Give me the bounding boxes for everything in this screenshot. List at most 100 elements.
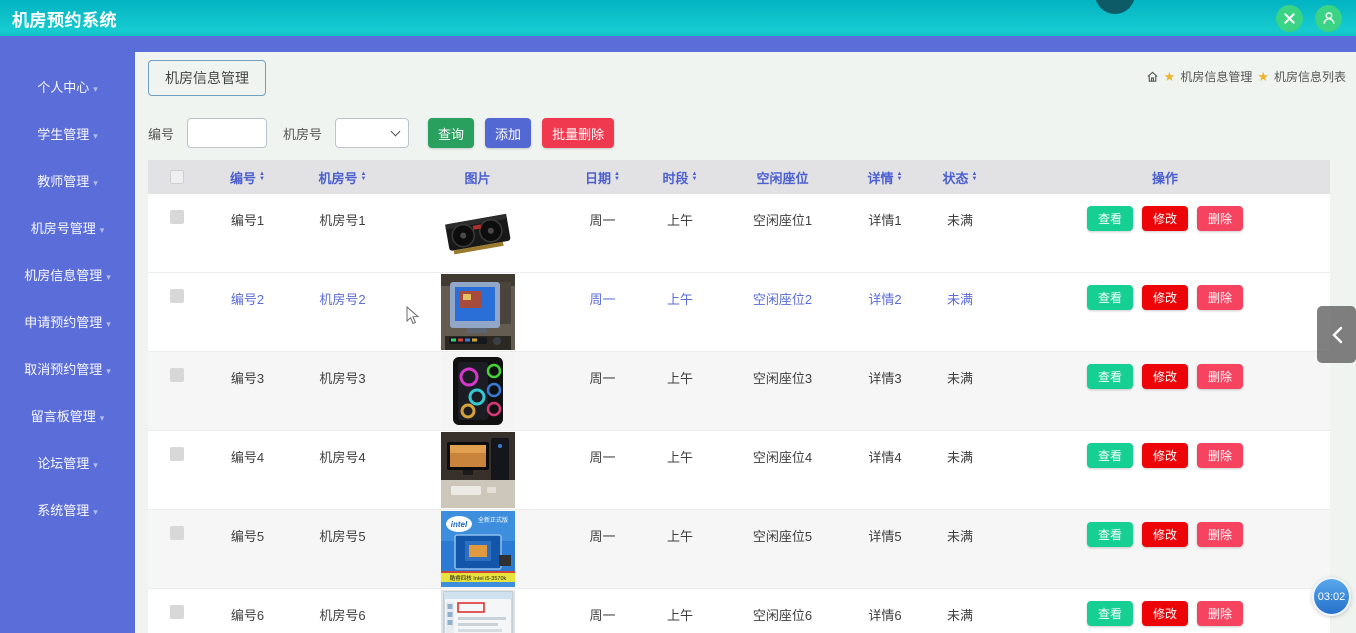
- sort-icon[interactable]: [361, 172, 367, 182]
- column-header-detail[interactable]: 详情: [850, 168, 920, 187]
- column-header-status[interactable]: 状态: [920, 168, 1000, 187]
- cell-status: 未满: [920, 510, 1000, 588]
- sidebar-item-system-management[interactable]: 系统管理: [0, 487, 135, 534]
- cell-period: 上午: [645, 431, 715, 509]
- add-button[interactable]: 添加: [485, 118, 531, 148]
- room-photo-graphics-card[interactable]: [441, 195, 515, 271]
- delete-button[interactable]: 删除: [1197, 443, 1243, 468]
- cell-seats: 空闲座位3: [715, 352, 850, 430]
- sidebar-item-cancel-reservation-management[interactable]: 取消预约管理: [0, 346, 135, 393]
- edit-button[interactable]: 修改: [1142, 601, 1188, 626]
- sidebar-item-room-info-management[interactable]: 机房信息管理: [0, 252, 135, 299]
- breadcrumb-room-info-list[interactable]: 机房信息列表: [1274, 68, 1346, 85]
- sidebar-item-forum-management[interactable]: 论坛管理: [0, 440, 135, 487]
- room-photo-windows-screenshot[interactable]: [441, 590, 515, 633]
- column-header-period[interactable]: 时段: [645, 168, 715, 187]
- sort-icon[interactable]: [259, 172, 265, 182]
- edit-button[interactable]: 修改: [1142, 206, 1188, 231]
- star-icon: ★: [1257, 70, 1269, 83]
- column-header-room[interactable]: 机房号: [290, 168, 395, 187]
- cell-id: 编号4: [205, 431, 290, 509]
- cell-id: 编号6: [205, 589, 290, 633]
- row-checkbox[interactable]: [170, 210, 184, 224]
- delete-button[interactable]: 删除: [1197, 364, 1243, 389]
- svg-text:酷睿四核 Intel i5-3570k: 酷睿四核 Intel i5-3570k: [449, 574, 506, 582]
- cell-date: 周一: [560, 431, 645, 509]
- cell-room: 机房号2: [290, 273, 395, 351]
- row-checkbox[interactable]: [170, 368, 184, 382]
- select-all-checkbox[interactable]: [170, 170, 184, 184]
- row-checkbox[interactable]: [170, 447, 184, 461]
- delete-button[interactable]: 删除: [1197, 522, 1243, 547]
- cell-period: 上午: [645, 194, 715, 272]
- sidebar-item-student-management[interactable]: 学生管理: [0, 111, 135, 158]
- table-row: 编号6 机房号6 周一 上午 空闲座位6 详情6 未满 查看 修改: [148, 589, 1330, 633]
- sort-icon[interactable]: [692, 172, 698, 182]
- view-button[interactable]: 查看: [1087, 522, 1133, 547]
- view-button[interactable]: 查看: [1087, 443, 1133, 468]
- view-button[interactable]: 查看: [1087, 285, 1133, 310]
- cell-period: 上午: [645, 510, 715, 588]
- row-checkbox[interactable]: [170, 289, 184, 303]
- delete-button[interactable]: 删除: [1197, 285, 1243, 310]
- table-row: 编号4 机房号4 周一 上午 空闲座位4 详情4 未满 查看 修改: [148, 431, 1330, 510]
- delete-button[interactable]: 删除: [1197, 601, 1243, 626]
- room-photo-desk-setup[interactable]: [441, 432, 515, 508]
- cell-seats: 空闲座位6: [715, 589, 850, 633]
- breadcrumb-room-info-management[interactable]: 机房信息管理: [1180, 68, 1252, 85]
- row-checkbox[interactable]: [170, 526, 184, 540]
- user-icon: [1322, 11, 1336, 25]
- close-x-icon: [1283, 12, 1296, 25]
- sort-icon[interactable]: [972, 172, 978, 182]
- cell-detail: 详情1: [850, 194, 920, 272]
- delete-button[interactable]: 删除: [1197, 206, 1243, 231]
- sidebar: 个人中心 学生管理 教师管理 机房号管理 机房信息管理 申请预约管理 取消预约管…: [0, 52, 135, 633]
- room-photo-crt-monitor[interactable]: [441, 274, 515, 350]
- room-photo-intel-cpu-box[interactable]: intel全新正式版酷睿四核 Intel i5-3570k: [441, 511, 515, 587]
- column-header-date[interactable]: 日期: [560, 168, 645, 187]
- cell-seats: 空闲座位5: [715, 510, 850, 588]
- edit-button[interactable]: 修改: [1142, 443, 1188, 468]
- view-button[interactable]: 查看: [1087, 601, 1133, 626]
- cell-room: 机房号1: [290, 194, 395, 272]
- view-button[interactable]: 查看: [1087, 364, 1133, 389]
- sidebar-item-room-number-management[interactable]: 机房号管理: [0, 205, 135, 252]
- recording-timer-badge[interactable]: 03:02: [1312, 577, 1351, 616]
- room-filter-select[interactable]: [335, 118, 409, 148]
- data-table: 编号 机房号 图片 日期 时段 空闲座位 详情 状态 操作 编号1 机房号1: [148, 160, 1330, 633]
- sort-icon[interactable]: [897, 172, 903, 182]
- table-row: 编号2 机房号2 周一 上午 空闲座位2 详情2 未满 查看 修改: [148, 273, 1330, 352]
- sidebar-item-message-board-management[interactable]: 留言板管理: [0, 393, 135, 440]
- user-button[interactable]: [1315, 5, 1342, 32]
- edit-button[interactable]: 修改: [1142, 285, 1188, 310]
- id-filter-input[interactable]: [187, 118, 267, 148]
- cell-date: 周一: [560, 273, 645, 351]
- batch-delete-button[interactable]: 批量删除: [542, 118, 614, 148]
- sidebar-item-teacher-management[interactable]: 教师管理: [0, 158, 135, 205]
- edit-button[interactable]: 修改: [1142, 364, 1188, 389]
- cell-room: 机房号5: [290, 510, 395, 588]
- edit-button[interactable]: 修改: [1142, 522, 1188, 547]
- chevron-left-icon: [1331, 326, 1343, 344]
- sidebar-item-apply-reservation-management[interactable]: 申请预约管理: [0, 299, 135, 346]
- cell-status: 未满: [920, 352, 1000, 430]
- home-icon[interactable]: [1146, 70, 1159, 83]
- room-photo-rgb-pc-case[interactable]: [441, 353, 515, 429]
- row-checkbox[interactable]: [170, 605, 184, 619]
- table-row: 编号3 机房号3 周一 上午 空闲座位3 详情3 未满 查看 修改: [148, 352, 1330, 431]
- svg-text:全新正式版: 全新正式版: [477, 516, 507, 524]
- sidebar-item-personal-center[interactable]: 个人中心: [0, 64, 135, 111]
- fullscreen-button[interactable]: [1276, 5, 1303, 32]
- search-button[interactable]: 查询: [428, 118, 474, 148]
- side-panel-toggle[interactable]: [1317, 306, 1356, 363]
- cell-seats: 空闲座位2: [715, 273, 850, 351]
- sort-icon[interactable]: [614, 172, 620, 182]
- column-header-id[interactable]: 编号: [205, 168, 290, 187]
- table-header: 编号 机房号 图片 日期 时段 空闲座位 详情 状态 操作: [148, 160, 1330, 194]
- cell-date: 周一: [560, 510, 645, 588]
- screen: 机房预约系统 个人中心 学生管理 教师管理 机房号管理 机房信息管理 申请预约管…: [0, 0, 1356, 633]
- cell-id: 编号2: [205, 273, 290, 351]
- breadcrumb: ★ 机房信息管理 ★ 机房信息列表: [1146, 68, 1346, 85]
- cell-status: 未满: [920, 194, 1000, 272]
- view-button[interactable]: 查看: [1087, 206, 1133, 231]
